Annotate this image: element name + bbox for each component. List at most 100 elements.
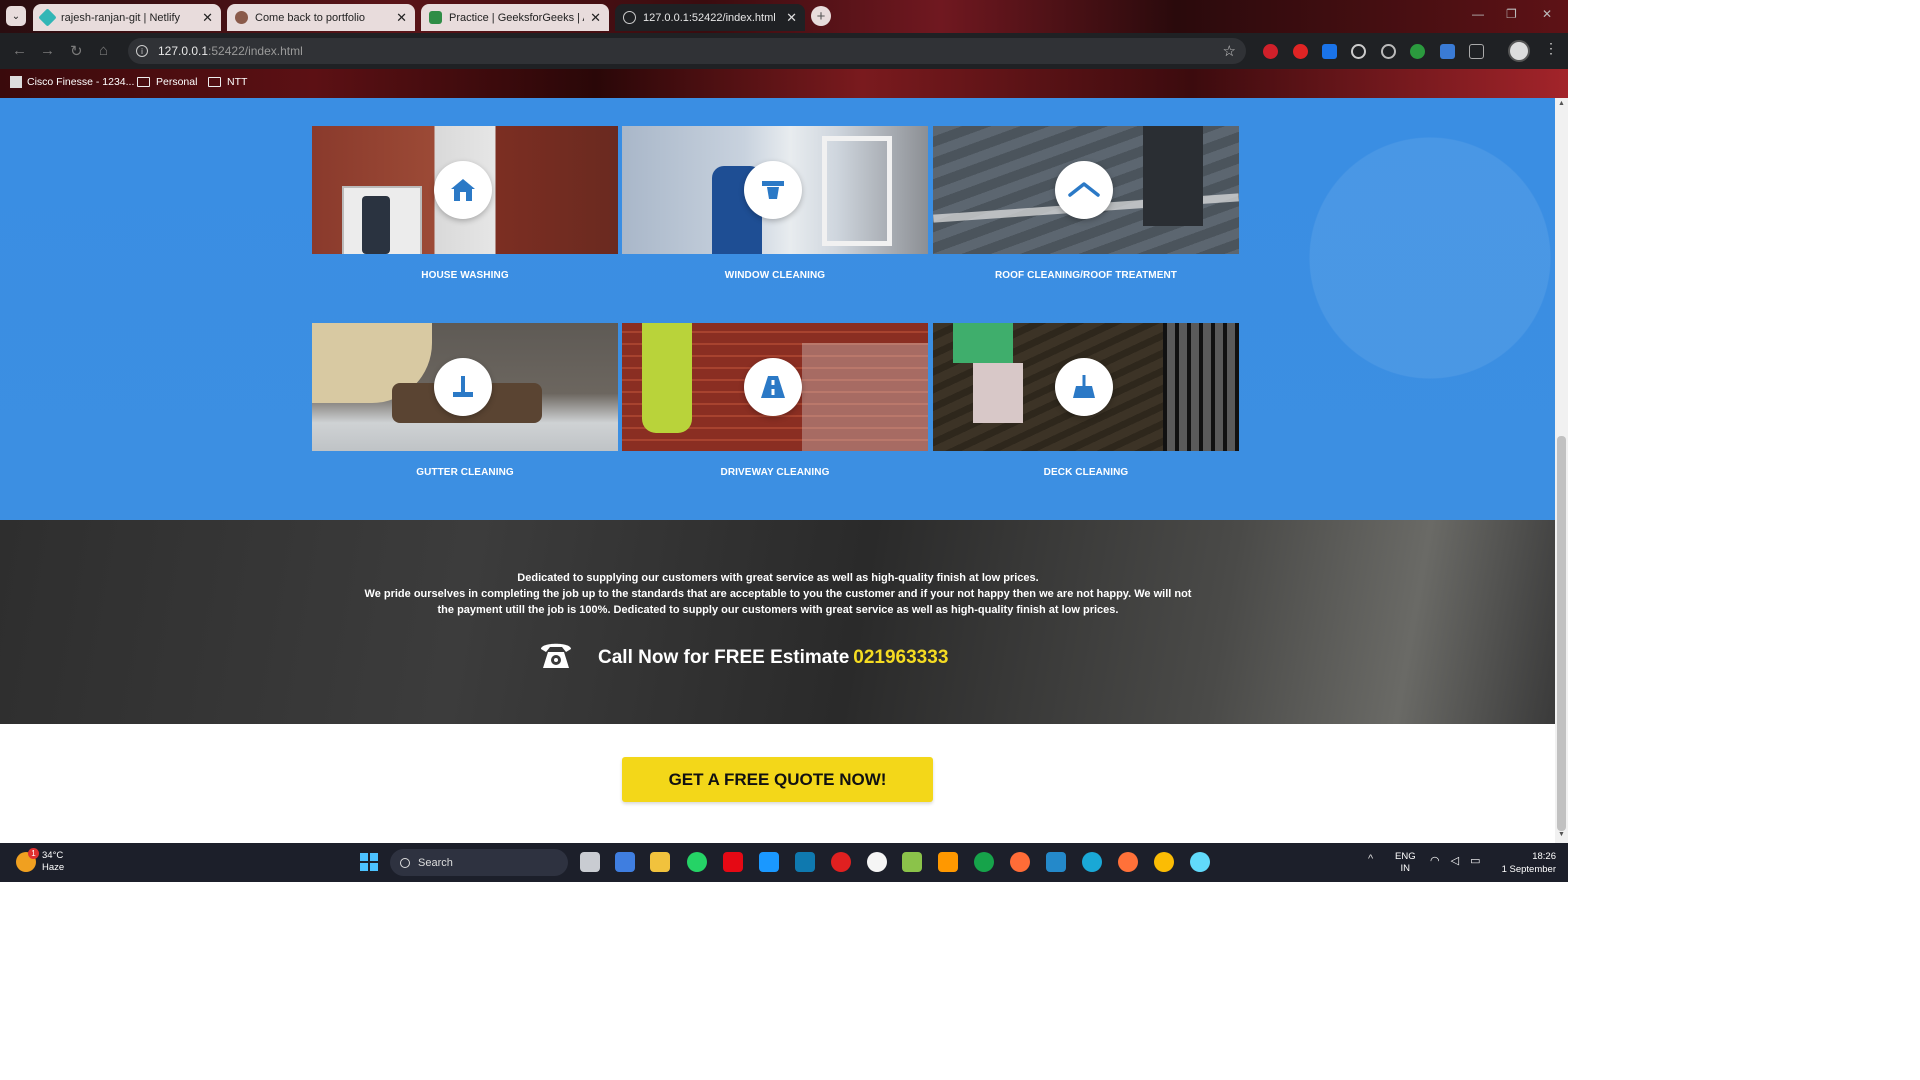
new-tab-button[interactable]: + [811,6,831,26]
bookmark-label: Cisco Finesse - 1234... [27,76,135,88]
prime-video-icon[interactable] [759,852,779,872]
service-label: GUTTER CLEANING [416,467,514,478]
task-view-icon[interactable] [580,852,600,872]
chrome-icon[interactable] [1154,852,1174,872]
service-card-driveway-cleaning[interactable]: DRIVEWAY CLEANING [622,323,928,478]
file-explorer-icon[interactable] [650,852,670,872]
amazon-music-icon[interactable] [795,852,815,872]
minimize-icon[interactable]: — [1472,7,1484,21]
show-hidden-icons-chevron-icon[interactable]: ^ [1368,853,1373,865]
profile-avatar[interactable] [1508,40,1530,62]
tab-portfolio[interactable]: Come back to portfolio ✕ [227,4,415,31]
mongodb-icon[interactable] [974,852,994,872]
service-card-roof-cleaning[interactable]: ROOF CLEANING/ROOF TREATMENT [933,126,1239,281]
url-host: 127.0.0.1 [158,44,209,58]
netflix-icon[interactable] [723,852,743,872]
weather-description: Haze [42,862,65,873]
tab-localhost[interactable]: 127.0.0.1:52422/index.html ✕ [615,4,805,31]
service-card-gutter-cleaning[interactable]: GUTTER CLEANING [312,323,618,478]
clock-time: 18:26 [1532,851,1556,862]
service-card-deck-cleaning[interactable]: DECK CLEANING [933,323,1239,478]
green-extension-icon[interactable] [1410,44,1425,59]
store-icon[interactable] [615,852,635,872]
language-code: ENG [1395,851,1416,862]
mission-statement: Dedicated to supplying our customers wit… [360,570,1196,618]
roof-icon [1055,161,1113,219]
chrome-canary-icon[interactable] [1190,852,1210,872]
call-to-action-banner: Dedicated to supplying our customers wit… [0,520,1555,724]
forward-icon[interactable]: → [40,42,55,59]
page-viewport: HOUSE WASHING WINDOW CLEANING ROOF CLEAN… [0,98,1555,843]
service-card-house-washing[interactable]: HOUSE WASHING [312,126,618,281]
bookmark-folder-ntt[interactable]: NTT [208,76,247,88]
wifi-volume-battery-icons[interactable]: ◠ ◁ ▭ [1430,854,1485,867]
system-clock[interactable]: 18:26 1 September [1490,850,1556,876]
vscode-icon[interactable] [1046,852,1066,872]
page-scrollbar[interactable]: ▲ ▼ [1555,98,1568,843]
close-icon[interactable]: ✕ [590,10,601,26]
bookmark-cisco-finesse[interactable]: Cisco Finesse - 1234... [10,76,134,88]
back-icon[interactable]: ← [12,42,27,59]
tab-title: Practice | GeeksforGeeks | A co [449,11,584,24]
youtube-icon[interactable] [831,852,851,872]
maximize-icon[interactable]: ❐ [1506,7,1517,21]
notification-badge: 1 [28,848,39,859]
service-label: DECK CLEANING [1043,467,1129,478]
s-extension-icon[interactable] [1322,44,1337,59]
service-label: DRIVEWAY CLEANING [720,467,830,478]
service-card-window-cleaning[interactable]: WINDOW CLEANING [622,126,928,281]
close-icon[interactable]: ✕ [786,10,797,26]
github-icon[interactable] [867,852,887,872]
mission-line-1: Dedicated to supplying our customers wit… [517,572,1039,584]
menu-kebab-icon[interactable]: ⋮ [1544,40,1558,57]
service-photo [933,126,1239,254]
service-photo [622,126,928,254]
bookmark-label: Personal [156,76,198,88]
tab-title: rajesh-ranjan-git | Netlify [61,11,181,24]
bookmark-star-icon[interactable]: ☆ [1223,42,1236,60]
phone-number-link[interactable]: 021963333 [853,647,948,669]
browser-tab-strip: ⌄ rajesh-ranjan-git | Netlify ✕ Come bac… [0,0,1568,33]
tab-geeksforgeeks[interactable]: Practice | GeeksforGeeks | A co ✕ [421,4,609,31]
service-photo [933,323,1239,451]
service-photo [312,126,618,254]
avatar-favicon-icon [235,11,248,24]
broom-icon [1055,358,1113,416]
home-icon[interactable]: ⌂ [99,42,108,59]
weather-temperature: 34°C [42,850,64,861]
region-code: IN [1400,863,1411,874]
scroll-down-arrow-icon[interactable]: ▼ [1558,831,1565,838]
language-indicator[interactable]: ENG IN [1395,851,1416,875]
close-icon[interactable]: ✕ [202,10,213,26]
red-extension-icon[interactable] [1293,44,1308,59]
bookmark-folder-personal[interactable]: Personal [137,76,197,88]
scroll-up-arrow-icon[interactable]: ▲ [1558,100,1565,107]
scrollbar-thumb[interactable] [1557,436,1566,831]
extensions-puzzle-icon[interactable] [1469,44,1484,59]
adblock-extension-icon[interactable] [1263,44,1278,59]
tab-title: Come back to portfolio [255,11,366,24]
close-window-icon[interactable]: ✕ [1542,7,1552,21]
firefox-icon[interactable] [1118,852,1138,872]
service-label: WINDOW CLEANING [724,270,826,281]
whatsapp-icon[interactable] [687,852,707,872]
tab-netlify[interactable]: rajesh-ranjan-git | Netlify ✕ [33,4,221,31]
weather-widget[interactable]: 1 34°C Haze [16,848,65,874]
tab-search-button[interactable]: ⌄ [6,6,26,26]
sublime-text-icon[interactable] [938,852,958,872]
docs-extension-icon[interactable] [1440,44,1455,59]
squeegee-icon [744,161,802,219]
close-icon[interactable]: ✕ [396,10,407,26]
target-extension-icon[interactable] [1351,44,1366,59]
postman-icon[interactable] [1010,852,1030,872]
get-free-quote-button[interactable]: GET A FREE QUOTE NOW! [622,757,933,802]
reload-icon[interactable]: ↻ [70,42,83,60]
address-bar[interactable]: i 127.0.0.1:52422/index.html ☆ [128,38,1246,64]
windows-start-icon[interactable] [360,853,378,871]
edge-icon[interactable] [1082,852,1102,872]
taskbar-search[interactable]: Search [390,849,568,876]
notepad-icon[interactable] [902,852,922,872]
weather-sun-icon: 1 [16,848,39,872]
react-extension-icon[interactable] [1381,44,1396,59]
site-info-icon[interactable]: i [136,45,148,57]
